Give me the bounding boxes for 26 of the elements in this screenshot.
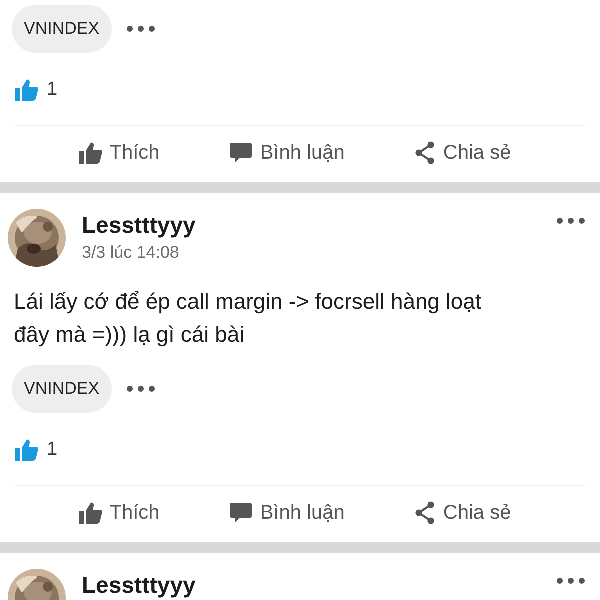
more-icon[interactable]	[126, 25, 156, 33]
author-name[interactable]: Lesstttyyy	[82, 572, 540, 599]
share-button[interactable]: Chia sẻ	[410, 137, 516, 169]
share-icon	[414, 501, 436, 525]
more-icon[interactable]	[556, 217, 586, 225]
like-count: 1	[47, 439, 58, 461]
topic-tag[interactable]: VNINDEX	[12, 5, 112, 53]
like-button[interactable]: Thích	[74, 138, 164, 168]
more-icon[interactable]	[126, 385, 156, 393]
like-count: 1	[47, 79, 58, 101]
thumbs-up-icon	[78, 142, 103, 164]
post-text: Lái lấy cớ để ép call margin -> focrsell hàng loạt đây mà =))) lạ gì cái bài	[14, 288, 482, 349]
share-button[interactable]: Chia sẻ	[410, 497, 516, 529]
like-button[interactable]: Thích	[74, 498, 164, 528]
like-reaction-icon	[15, 439, 39, 461]
thumbs-up-icon	[78, 502, 103, 524]
topic-tag[interactable]: VNINDEX	[12, 365, 112, 413]
share-icon	[414, 141, 436, 165]
author-name[interactable]: Lesstttyyy	[82, 212, 540, 239]
more-icon[interactable]	[556, 577, 586, 585]
comment-button[interactable]: Bình luận	[225, 498, 349, 528]
like-reaction-icon	[15, 79, 39, 101]
post-time: 3/3 lúc 14:08	[82, 243, 180, 263]
comment-icon	[229, 502, 254, 524]
comment-button[interactable]: Bình luận	[225, 138, 349, 168]
comment-icon	[229, 142, 254, 164]
